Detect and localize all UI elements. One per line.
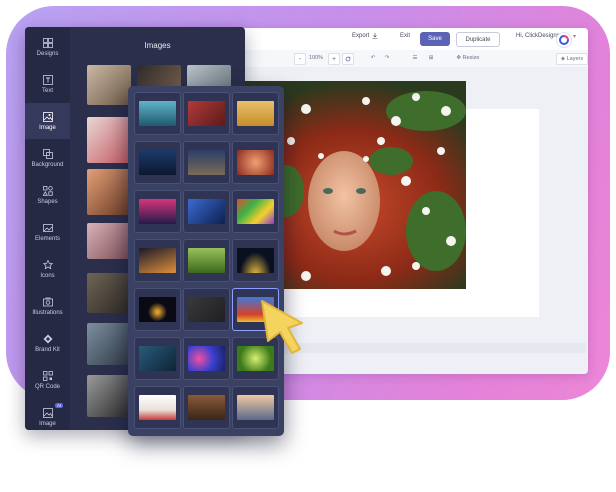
exit-label: Exit: [400, 33, 411, 39]
panel-title: Images: [144, 41, 171, 50]
background-icon: [42, 148, 53, 159]
panel-thumb[interactable]: [87, 169, 131, 215]
picker-thumb[interactable]: [183, 190, 230, 233]
resize-label: Resize: [462, 55, 480, 61]
picker-thumb[interactable]: [183, 92, 230, 135]
refresh-icon[interactable]: [342, 53, 354, 65]
picker-thumb[interactable]: [232, 141, 279, 184]
brand-kit-icon: [43, 334, 52, 343]
sidebar-item-illustrations[interactable]: Illustrations: [25, 288, 70, 324]
elements-icon: [42, 223, 53, 232]
qr-code-icon: [42, 370, 53, 381]
star-icon: [42, 259, 53, 269]
sidebar-nav: Designs Text Image Background Shapes Ele…: [25, 27, 70, 430]
picker-thumb[interactable]: [134, 288, 181, 331]
sidebar-item-label: Shapes: [37, 198, 58, 205]
layers-button[interactable]: ◈ Layers: [556, 53, 588, 65]
panel-thumb[interactable]: [87, 323, 131, 365]
sidebar-item-label: Background: [31, 161, 64, 168]
picker-thumb[interactable]: [232, 239, 279, 282]
export-button[interactable]: Export: [352, 33, 378, 39]
horizontal-scrollbar[interactable]: [280, 343, 586, 353]
zoom-out-button[interactable]: -: [294, 53, 306, 65]
sidebar-item-label: Icons: [40, 272, 55, 279]
sidebar-item-label: Illustrations: [32, 309, 63, 316]
avatar[interactable]: [556, 32, 572, 48]
redo-icon[interactable]: ↷: [382, 53, 392, 63]
ai-image-icon: [42, 407, 53, 418]
picker-thumb[interactable]: [134, 337, 181, 380]
picker-thumb[interactable]: [183, 239, 230, 282]
sidebar-item-label: Image: [39, 420, 56, 427]
sidebar-item-label: Image: [39, 124, 56, 131]
picker-thumb[interactable]: [232, 92, 279, 135]
brand-logo-icon: [559, 35, 569, 45]
sidebar-item-label: Text: [41, 87, 53, 94]
sidebar-item-icons[interactable]: Icons: [25, 251, 70, 287]
shapes-icon: [42, 185, 53, 196]
picker-thumb[interactable]: [183, 141, 230, 184]
avatar-chevron-icon[interactable]: ▾: [573, 33, 576, 40]
undo-icon[interactable]: ↶: [368, 53, 378, 63]
panel-thumb[interactable]: [87, 65, 131, 105]
exit-button[interactable]: Exit: [400, 33, 410, 39]
pointer-cursor-icon: [261, 300, 303, 354]
sidebar-item-text[interactable]: Text: [25, 66, 70, 102]
export-label: Export: [352, 33, 370, 39]
text-icon: [42, 74, 53, 85]
picker-thumb[interactable]: [134, 92, 181, 135]
panel-thumb[interactable]: [87, 117, 131, 163]
picker-thumb[interactable]: [232, 386, 279, 429]
picker-thumb[interactable]: [134, 190, 181, 233]
grid-icon: [42, 37, 53, 48]
picker-thumb[interactable]: [232, 190, 279, 233]
sidebar-item-elements[interactable]: Elements: [25, 214, 70, 250]
duplicate-button[interactable]: Duplicate: [456, 32, 500, 47]
panel-thumb[interactable]: [87, 273, 131, 313]
crop-icon[interactable]: ⊞: [426, 53, 436, 63]
sidebar-item-designs[interactable]: Designs: [25, 29, 70, 65]
zoom-level: 100%: [308, 55, 324, 61]
sidebar-item-qr-code[interactable]: QR Code: [25, 362, 70, 398]
sidebar-item-label: Elements: [34, 235, 60, 242]
picker-thumb[interactable]: [134, 386, 181, 429]
picker-thumb[interactable]: [183, 288, 230, 331]
save-button[interactable]: Save: [420, 32, 450, 46]
sidebar-item-image[interactable]: Image: [25, 103, 70, 139]
illustrations-icon: [42, 297, 53, 306]
sidebar-item-label: QR Code: [34, 383, 60, 390]
picker-thumb[interactable]: [183, 386, 230, 429]
zoom-in-button[interactable]: +: [328, 53, 340, 65]
image-icon: [42, 111, 53, 122]
picker-thumb[interactable]: [134, 239, 181, 282]
sidebar-item-background[interactable]: Background: [25, 140, 70, 176]
panel-thumb[interactable]: [87, 375, 131, 417]
sidebar-item-label: Designs: [36, 50, 59, 57]
picker-thumb[interactable]: [183, 337, 230, 380]
greeting-text: Hi, ClickDesigns: [516, 33, 560, 39]
picker-thumb[interactable]: [134, 141, 181, 184]
download-icon: [372, 33, 378, 39]
ai-badge: AI: [55, 403, 64, 408]
list-icon[interactable]: ☰: [410, 53, 420, 63]
sidebar-item-ai-image[interactable]: Image AI: [25, 399, 70, 430]
sidebar-item-label: Brand Kit: [35, 346, 60, 353]
sidebar-item-shapes[interactable]: Shapes: [25, 177, 70, 213]
layers-label: Layers: [566, 56, 584, 62]
sidebar-item-brand-kit[interactable]: Brand Kit: [25, 325, 70, 361]
image-picker-popup: [128, 86, 284, 436]
panel-thumb[interactable]: [87, 223, 131, 259]
resize-button[interactable]: ✥ Resize: [452, 53, 484, 63]
